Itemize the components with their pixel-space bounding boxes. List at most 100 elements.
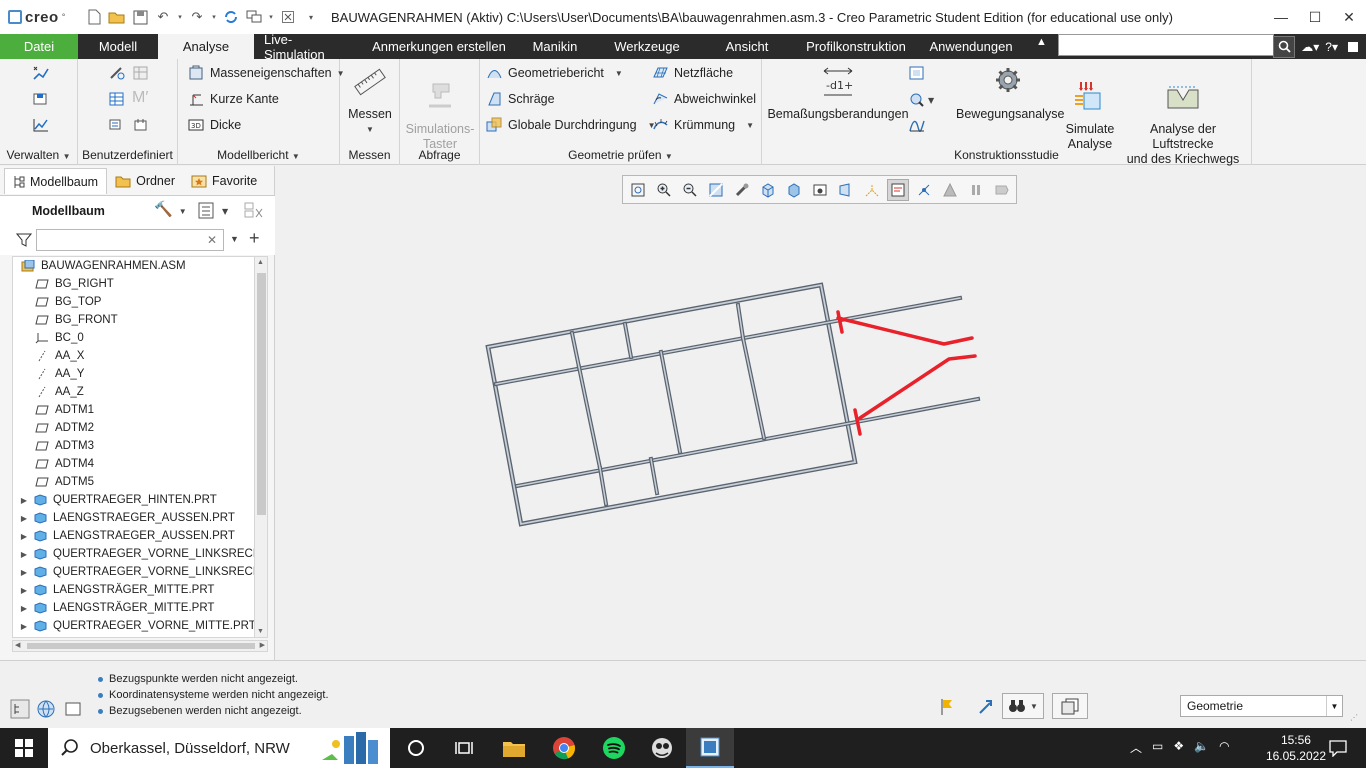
selection-filter-select[interactable]: Geometrie ▼ [1180, 695, 1343, 717]
tree-item[interactable]: ▶ LAENGSTRAEGER_AUSSEN.PRT [19, 527, 235, 545]
tree-horizontal-scrollbar[interactable]: ◀ ▶ [12, 640, 268, 652]
tree-item[interactable]: ADTM3 [19, 437, 94, 455]
clear-search-icon[interactable]: ✕ [207, 233, 217, 247]
resize-grip-icon[interactable]: ⋰ [1350, 713, 1358, 722]
sensitivity-icon[interactable] [908, 65, 926, 84]
custom-measure-icon[interactable] [108, 65, 126, 84]
graph-icon[interactable] [32, 117, 50, 136]
new-file-icon[interactable] [84, 7, 104, 27]
tree-hscroll-thumb[interactable] [27, 643, 255, 649]
toggle-browser-icon[interactable] [36, 699, 56, 722]
find-button[interactable]: ▼ [1002, 693, 1044, 719]
dropbox-icon[interactable]: ❖ [1173, 739, 1184, 756]
tree-item[interactable]: BG_TOP [19, 293, 101, 311]
minimize-button[interactable]: — [1264, 0, 1298, 34]
notifications-icon[interactable] [1314, 728, 1362, 768]
toggle-navigator-icon[interactable] [10, 699, 30, 722]
search-dropdown-icon[interactable]: ▼ [230, 234, 239, 244]
add-item-icon[interactable]: + [249, 228, 260, 249]
tree-item[interactable]: ▶ QUERTRAEGER_VORNE_LINKSRECHTS.PRT [19, 563, 267, 581]
masseneigenschaften-button[interactable]: Masseneigenschaften ▼ [188, 65, 345, 81]
group-verwalten-label[interactable]: Verwalten ▼ [0, 148, 77, 162]
tree-search-input[interactable]: ✕ [36, 229, 224, 251]
tab-profilkonstruktion[interactable]: Profilkonstruktion [792, 34, 920, 59]
close-window-icon[interactable] [278, 7, 298, 27]
open-folder-icon[interactable] [107, 7, 127, 27]
tab-anwendungen[interactable]: Anwendungen [920, 34, 1022, 59]
tree-columns-icon[interactable] [244, 201, 266, 222]
table-icon[interactable] [108, 91, 126, 110]
expand-arrow-icon[interactable]: ▶ [19, 514, 29, 523]
smart-select-icon[interactable] [976, 697, 996, 720]
tree-vertical-scrollbar[interactable]: ▲ ▼ [254, 256, 268, 638]
bemassungsberandungen-button[interactable]: -d1+ Bemaßungsberandungen [766, 65, 910, 122]
tree-item[interactable]: AA_Z [19, 383, 84, 401]
kruemmung-button[interactable]: Krümmung ▼ [652, 117, 754, 133]
luftstrecke-analyse-button[interactable]: Analyse der Luftstrecke und des Kriechwe… [1120, 65, 1246, 182]
tree-item[interactable]: ADTM4 [19, 455, 94, 473]
analysis-icon[interactable] [32, 65, 50, 84]
window-controls-icon[interactable] [1348, 41, 1358, 52]
tree-item[interactable]: BG_FRONT [19, 311, 118, 329]
tree-item[interactable]: AA_X [19, 347, 84, 365]
tree-item[interactable]: ▶ QUERTRAEGER_HINTEN.PRT [19, 491, 217, 509]
globale-durchdringung-button[interactable]: Globale Durchdringung ▼ [486, 117, 655, 133]
close-button[interactable]: ✕ [1332, 0, 1366, 34]
help-center-icon[interactable]: ☁▾ [1301, 40, 1319, 54]
tree-item[interactable]: ▶ QUERTRAEGER_VORNE_MITTE.PRT [19, 617, 256, 635]
windows-icon[interactable] [244, 7, 264, 27]
tree-item[interactable]: BG_RIGHT [19, 275, 114, 293]
tree-item[interactable]: ▶ LAENGSTRÄGER_MITTE.PRT [19, 599, 215, 617]
chrome-icon[interactable] [540, 728, 588, 768]
taskbar-search[interactable]: Oberkassel, Düsseldorf, NRW [48, 728, 390, 768]
expand-arrow-icon[interactable]: ▶ [19, 496, 29, 505]
volume-icon[interactable]: 🔈 [1194, 739, 1209, 756]
search-icon[interactable] [1273, 35, 1296, 58]
expand-arrow-icon[interactable]: ▶ [19, 568, 29, 577]
tab-manikin[interactable]: Manikin [518, 34, 592, 59]
group-geometrie-pruefen-label[interactable]: Geometrie prüfen ▼ [480, 148, 761, 162]
relations-icon[interactable] [108, 117, 126, 136]
geometriebericht-button[interactable]: Geometriebericht ▼ [486, 65, 623, 81]
undo-icon[interactable]: ↶ [153, 7, 173, 27]
battery-icon[interactable]: ▭ [1152, 739, 1163, 756]
task-view-icon[interactable] [440, 728, 488, 768]
tree-settings-icon[interactable]: 🔨 ▼ [154, 200, 187, 218]
redo-dropdown-icon[interactable]: ▾ [210, 7, 218, 27]
undo-dropdown-icon[interactable]: ▾ [176, 7, 184, 27]
messen-button[interactable]: Messen ▼ [342, 65, 398, 137]
expand-arrow-icon[interactable]: ▶ [19, 622, 29, 631]
tree-item[interactable]: ADTM1 [19, 401, 94, 419]
save-analysis-icon[interactable] [32, 91, 50, 110]
tree-item[interactable]: ▶ LAENGSTRÄGER_MITTE.PRT [19, 581, 215, 599]
tree-item[interactable]: ▶QUERTRÄGER_LINKSRECHTS_MIT... [19, 635, 255, 637]
dicke-button[interactable]: 3D Dicke [188, 117, 241, 133]
tab-analyse[interactable]: Analyse [158, 34, 254, 59]
spotify-icon[interactable] [590, 728, 638, 768]
game-app-icon[interactable] [638, 728, 686, 768]
expand-arrow-icon[interactable]: ▶ [19, 550, 29, 559]
wifi-icon[interactable]: ◠ [1219, 739, 1229, 756]
command-search-input[interactable] [1058, 34, 1274, 56]
filter-icon[interactable] [15, 232, 33, 251]
tab-modell[interactable]: Modell [78, 34, 158, 59]
windows-start-icon[interactable] [0, 728, 48, 768]
show-hidden-icons-icon[interactable]: ︿ [1130, 739, 1142, 756]
help-icon[interactable]: ?▾ [1325, 40, 1338, 54]
expand-arrow-icon[interactable]: ▶ [19, 532, 29, 541]
parameters-icon[interactable] [132, 117, 150, 136]
full-screen-icon[interactable] [63, 699, 83, 722]
selection-view-button[interactable] [1052, 693, 1088, 719]
tree-filter-list-icon[interactable]: ▼ [198, 201, 236, 222]
tab-ansicht[interactable]: Ansicht [702, 34, 792, 59]
schraege-button[interactable]: Schräge [486, 91, 555, 107]
tree-item[interactable]: BAUWAGENRAHMEN.ASM [15, 257, 186, 275]
tab-werkzeuge[interactable]: Werkzeuge [592, 34, 702, 59]
tree-item[interactable]: AA_Y [19, 365, 84, 383]
tree-item[interactable]: ADTM5 [19, 473, 94, 491]
bewegungsanalyse-button[interactable]: Bewegungsanalyse [956, 65, 1064, 122]
optimization-icon[interactable] [908, 117, 926, 136]
tab-live-simulation[interactable]: Live-Simulation [254, 32, 360, 62]
qat-customize-icon[interactable]: ▾ [301, 7, 321, 27]
save-icon[interactable] [130, 7, 150, 27]
